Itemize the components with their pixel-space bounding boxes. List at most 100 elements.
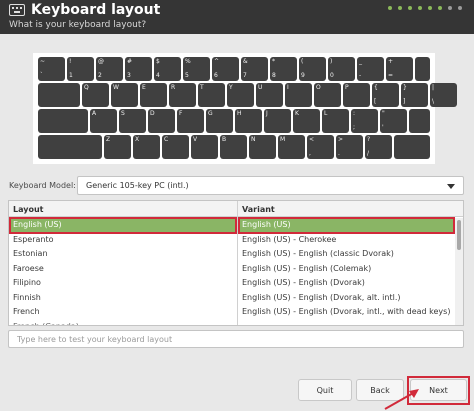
keyboard-key: _ - bbox=[357, 57, 384, 81]
keyboard-key: R bbox=[169, 83, 196, 107]
key-label: > bbox=[338, 136, 344, 143]
key-label: { bbox=[374, 84, 378, 91]
keyboard-key: ~ ` bbox=[38, 57, 65, 81]
list-item[interactable]: Filipino bbox=[9, 276, 237, 291]
key-label: @ bbox=[98, 58, 104, 65]
progress-dots bbox=[388, 6, 462, 10]
list-item[interactable]: English (US) - English (Dvorak, intl., w… bbox=[238, 305, 455, 320]
keyboard-key: M bbox=[278, 135, 305, 159]
page-subtitle: What is your keyboard layout? bbox=[9, 20, 147, 30]
key-label: 9 bbox=[301, 72, 305, 79]
chevron-down-icon bbox=[447, 184, 455, 189]
scrollbar-thumb[interactable] bbox=[457, 220, 461, 250]
key-label: Q bbox=[84, 84, 89, 91]
key-label: < bbox=[309, 136, 315, 143]
keyboard-key: ? / bbox=[365, 135, 392, 159]
keyboard-model-value: Generic 105-key PC (intl.) bbox=[86, 181, 189, 190]
list-item[interactable]: English (US) - English (classic Dvorak) bbox=[238, 247, 455, 262]
keyboard-key: {[ bbox=[372, 83, 399, 107]
key-label: O bbox=[316, 84, 321, 91]
keyboard-key: :; bbox=[351, 109, 378, 133]
key-label: \ bbox=[432, 98, 435, 105]
list-item[interactable]: Finnish bbox=[9, 291, 237, 306]
list-item[interactable]: English (US) - English (Dvorak) bbox=[238, 276, 455, 291]
key-label: N bbox=[251, 136, 256, 143]
keyboard-test-input[interactable] bbox=[8, 330, 464, 348]
progress-dot bbox=[398, 6, 402, 10]
key-label: . bbox=[338, 150, 340, 157]
quit-button[interactable]: Quit bbox=[298, 379, 352, 401]
key-label: D bbox=[150, 110, 155, 117]
keyboard-model-select[interactable]: Generic 105-key PC (intl.) bbox=[77, 176, 464, 195]
list-item[interactable]: French (Canada) bbox=[9, 320, 237, 326]
progress-dot bbox=[458, 6, 462, 10]
keyboard-key: >. bbox=[336, 135, 363, 159]
list-item[interactable]: Faroese bbox=[9, 262, 237, 277]
keyboard-icon bbox=[9, 4, 25, 16]
keyboard-key: A bbox=[90, 109, 117, 133]
keyboard-key: N bbox=[249, 135, 276, 159]
keyboard-key: F bbox=[177, 109, 204, 133]
key-label: R bbox=[171, 84, 176, 91]
progress-dot bbox=[408, 6, 412, 10]
keyboard-key: }] bbox=[401, 83, 428, 107]
key-label: M bbox=[280, 136, 286, 143]
page-title: Keyboard layout bbox=[31, 2, 161, 18]
key-label: , bbox=[309, 150, 311, 157]
keyboard-key: X bbox=[133, 135, 160, 159]
keyboard-key: H bbox=[235, 109, 262, 133]
layout-variant-tables: Layout Variant English (US) Esperanto Esto… bbox=[8, 200, 464, 326]
keyboard-preview: ~ `! 1 @2 #3 $4% 5 ^ 6 & 7 * 8(9) 0 _ - + = Q W E R T Y U I O P{[}]… bbox=[33, 53, 457, 164]
key-label: P bbox=[345, 84, 349, 91]
layout-column-header[interactable]: Layout bbox=[9, 201, 237, 217]
keyboard-key: (9 bbox=[299, 57, 326, 81]
list-item[interactable]: English (US) - English (Colemak) bbox=[238, 262, 455, 277]
keyboard-key: J bbox=[264, 109, 291, 133]
keyboard-key bbox=[415, 57, 430, 81]
title-bar: Keyboard layout What is your keyboard la… bbox=[0, 0, 474, 34]
keyboard-model-label: Keyboard Model: bbox=[9, 181, 76, 190]
keyboard-key bbox=[38, 135, 102, 159]
list-item[interactable]: English (US) - English (Dvorak, alt. int… bbox=[238, 291, 455, 306]
keyboard-key: D bbox=[148, 109, 175, 133]
variant-scrollbar[interactable] bbox=[455, 218, 463, 325]
keyboard-key: G bbox=[206, 109, 233, 133]
keyboard-key bbox=[394, 135, 430, 159]
list-item[interactable]: Estonian bbox=[9, 247, 237, 262]
key-label: ! bbox=[69, 58, 72, 65]
key-label: ] bbox=[403, 98, 406, 105]
list-item[interactable]: French bbox=[9, 305, 237, 320]
keyboard-key: #3 bbox=[125, 57, 152, 81]
key-label: $ bbox=[156, 58, 160, 65]
key-label: ; bbox=[353, 124, 356, 131]
keyboard-key: Z bbox=[104, 135, 131, 159]
key-label: : bbox=[353, 110, 356, 117]
key-label: W bbox=[113, 84, 119, 91]
keyboard-key: <, bbox=[307, 135, 334, 159]
list-item[interactable]: English (US) - Cherokee bbox=[238, 233, 455, 248]
progress-dot bbox=[428, 6, 432, 10]
key-label: ^ bbox=[214, 58, 220, 65]
layout-list: English (US) Esperanto Estonian Faroese Fili… bbox=[9, 218, 237, 326]
keyboard-key: C bbox=[162, 135, 189, 159]
keyboard-key: " ' bbox=[380, 109, 407, 133]
key-label: U bbox=[258, 84, 263, 91]
key-label: I bbox=[287, 84, 289, 91]
key-label: * bbox=[272, 58, 275, 65]
key-label: F bbox=[179, 110, 183, 117]
key-label: _ bbox=[359, 58, 362, 65]
keyboard-key: B bbox=[220, 135, 247, 159]
variant-column-header[interactable]: Variant bbox=[238, 201, 463, 217]
key-label: = bbox=[388, 72, 394, 79]
keyboard-key bbox=[38, 83, 80, 107]
list-item[interactable]: Esperanto bbox=[9, 233, 237, 248]
key-label: C bbox=[164, 136, 169, 143]
keyboard-key: S bbox=[119, 109, 146, 133]
keyboard-key: ^ 6 bbox=[212, 57, 239, 81]
key-label: V bbox=[193, 136, 198, 143]
key-label: 8 bbox=[272, 72, 276, 79]
key-label: # bbox=[127, 58, 133, 65]
keyboard-key bbox=[409, 109, 430, 133]
key-label: 7 bbox=[243, 72, 247, 79]
progress-dot bbox=[418, 6, 422, 10]
